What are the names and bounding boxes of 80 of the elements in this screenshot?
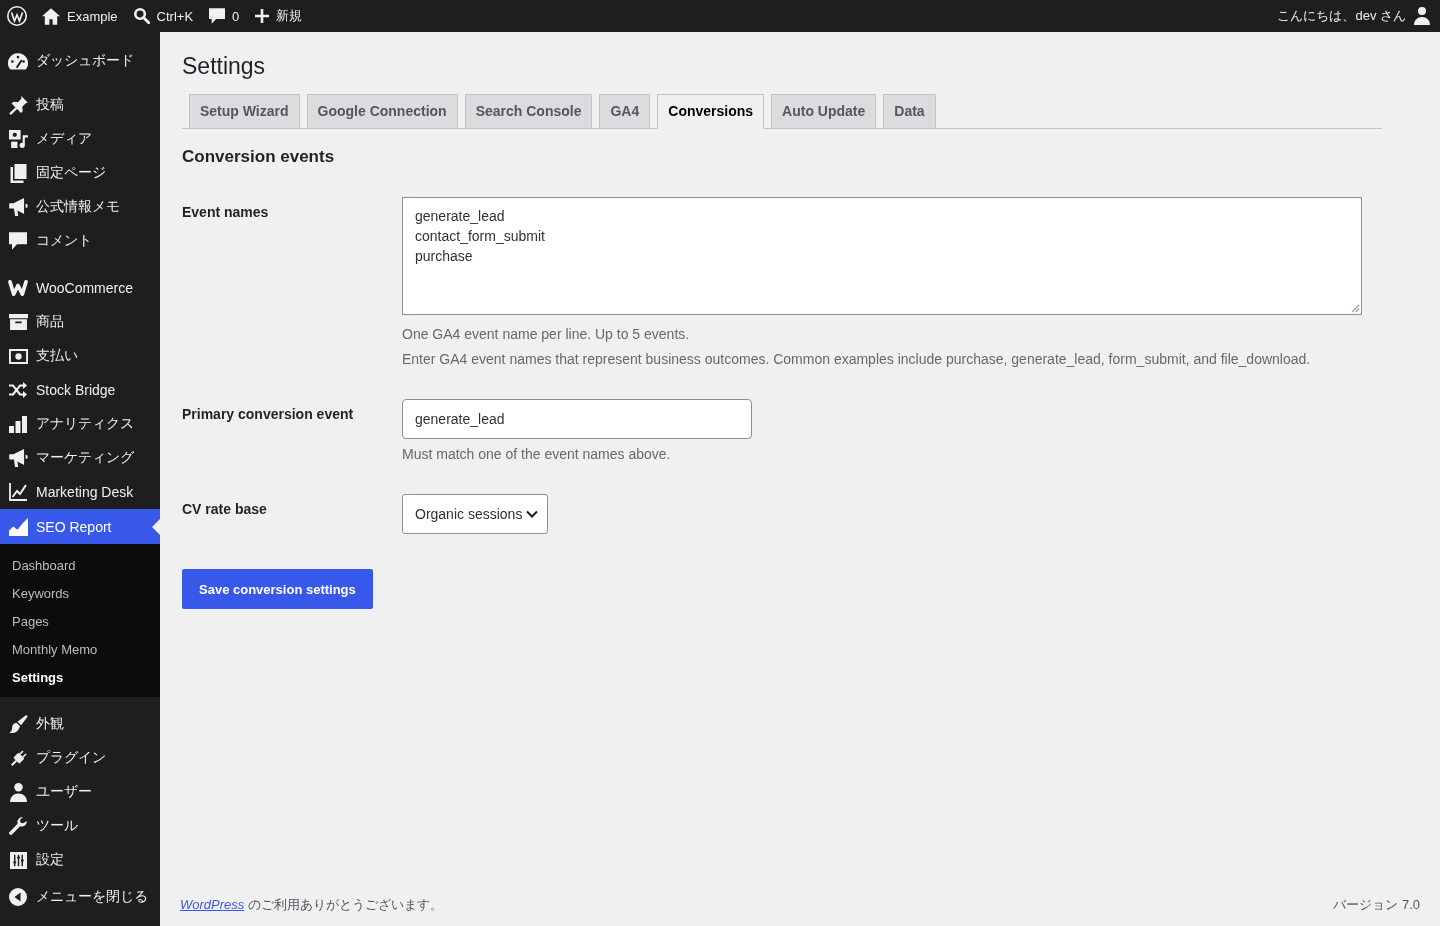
menu-item[interactable]: コメント bbox=[0, 224, 160, 258]
resize-handle-icon bbox=[1351, 304, 1360, 313]
menu-item[interactable]: Stock Bridge bbox=[0, 373, 160, 407]
menu-item[interactable]: マーケティング bbox=[0, 441, 160, 475]
tab[interactable]: Setup Wizard bbox=[189, 94, 300, 129]
field-description: Enter GA4 event names that represent business outcomes. Common examples include purchase, generate_lead, form_submit, and file_download. bbox=[402, 350, 1311, 369]
circle-logo-icon bbox=[7, 6, 27, 26]
menu-item[interactable]: 公式情報メモ bbox=[0, 190, 160, 224]
submenu-item[interactable]: Pages bbox=[0, 607, 160, 635]
tab[interactable]: Google Connection bbox=[306, 94, 458, 129]
zigzag-logo-icon bbox=[8, 280, 28, 296]
menu-item[interactable]: プラグイン bbox=[0, 741, 160, 775]
megaphone-icon bbox=[8, 198, 28, 216]
version-text: バージョン 7.0 bbox=[1333, 896, 1420, 914]
archive-box-icon bbox=[8, 314, 28, 330]
section-title: Conversion events bbox=[182, 146, 336, 168]
tab[interactable]: Auto Update bbox=[771, 94, 877, 129]
submenu-item[interactable]: Keywords bbox=[0, 579, 160, 607]
menu-item[interactable]: 設定 bbox=[0, 843, 160, 877]
field-description: One GA4 event name per line. Up to 5 events. bbox=[402, 325, 691, 344]
menu-item[interactable]: ダッシュボード bbox=[0, 44, 160, 78]
speech-bubble-icon bbox=[9, 232, 27, 250]
field-label: CV rate base bbox=[182, 500, 268, 519]
sliders-icon bbox=[9, 851, 27, 869]
page-title: Settings bbox=[182, 52, 267, 81]
photo-music-icon bbox=[8, 130, 28, 148]
pushpin-icon bbox=[8, 95, 28, 115]
shuffle-icon bbox=[9, 382, 27, 398]
plug-icon bbox=[8, 748, 28, 768]
menu-item[interactable]: Marketing Desk bbox=[0, 475, 160, 509]
menu-item[interactable]: 固定ページ bbox=[0, 156, 160, 190]
site-home-link[interactable]: Example bbox=[34, 0, 126, 32]
tab[interactable]: Data bbox=[883, 94, 936, 129]
menu-item[interactable]: ユーザー bbox=[0, 775, 160, 809]
save-button[interactable]: Save conversion settings bbox=[182, 569, 373, 609]
plus-icon bbox=[255, 9, 270, 23]
person-icon bbox=[9, 782, 27, 802]
search-icon bbox=[133, 8, 150, 24]
home-icon bbox=[42, 7, 60, 25]
dropdown[interactable]: Organic sessions bbox=[402, 494, 549, 534]
menu-item[interactable]: 支払い bbox=[0, 339, 160, 373]
text-area[interactable]: generate_lead contact_form_submit purchase bbox=[402, 197, 1362, 315]
wrench-icon bbox=[9, 817, 27, 835]
chevron-down-icon bbox=[526, 510, 539, 518]
menu-item[interactable]: 商品 bbox=[0, 305, 160, 339]
pages-icon bbox=[9, 163, 27, 183]
speech-bubble-icon bbox=[209, 8, 226, 24]
megaphone-icon bbox=[8, 449, 28, 467]
submenu-item[interactable]: Settings bbox=[0, 663, 160, 691]
menu-item[interactable]: WooCommerce bbox=[0, 271, 160, 305]
new-content-link[interactable]: 新規 bbox=[247, 0, 311, 32]
footer-thanks: WordPress のご利用ありがとうございます。 bbox=[180, 896, 443, 914]
menu-item[interactable]: 投稿 bbox=[0, 88, 160, 122]
tab[interactable]: Search Console bbox=[464, 94, 593, 129]
line-chart-icon bbox=[9, 483, 27, 501]
search-button[interactable]: Ctrl+K bbox=[125, 0, 202, 32]
field-description: Must match one of the event names above. bbox=[402, 445, 671, 464]
gauge-icon bbox=[8, 52, 28, 70]
triangle-pointer-icon bbox=[152, 518, 160, 535]
bar-chart-icon bbox=[9, 415, 27, 433]
menu-item[interactable]: ツール bbox=[0, 809, 160, 843]
paintbrush-icon bbox=[8, 715, 28, 733]
submenu-item[interactable]: Monthly Memo bbox=[0, 635, 160, 663]
tab[interactable]: Conversions bbox=[657, 94, 765, 129]
submenu-item[interactable]: Dashboard bbox=[0, 551, 160, 579]
tab[interactable]: GA4 bbox=[599, 94, 651, 129]
menu-item[interactable]: SEO Report bbox=[0, 509, 160, 544]
collapse-menu-button[interactable]: メニューを閉じる bbox=[0, 880, 160, 914]
field-label: Event names bbox=[182, 203, 270, 222]
person-icon bbox=[1414, 7, 1430, 25]
menu-item[interactable]: アナリティクス bbox=[0, 407, 160, 441]
field-label: Primary conversion event bbox=[182, 405, 355, 424]
menu-item[interactable]: メディア bbox=[0, 122, 160, 156]
account-link[interactable]: こんにちは、dev さん bbox=[1269, 0, 1440, 32]
text-field[interactable]: generate_lead bbox=[402, 399, 752, 439]
banknote-icon bbox=[8, 348, 28, 364]
menu-item[interactable]: 外観 bbox=[0, 707, 160, 741]
area-chart-icon bbox=[8, 517, 28, 536]
comments-link[interactable]: 0 bbox=[201, 0, 248, 32]
wordpress-link[interactable]: WordPress bbox=[180, 897, 245, 912]
